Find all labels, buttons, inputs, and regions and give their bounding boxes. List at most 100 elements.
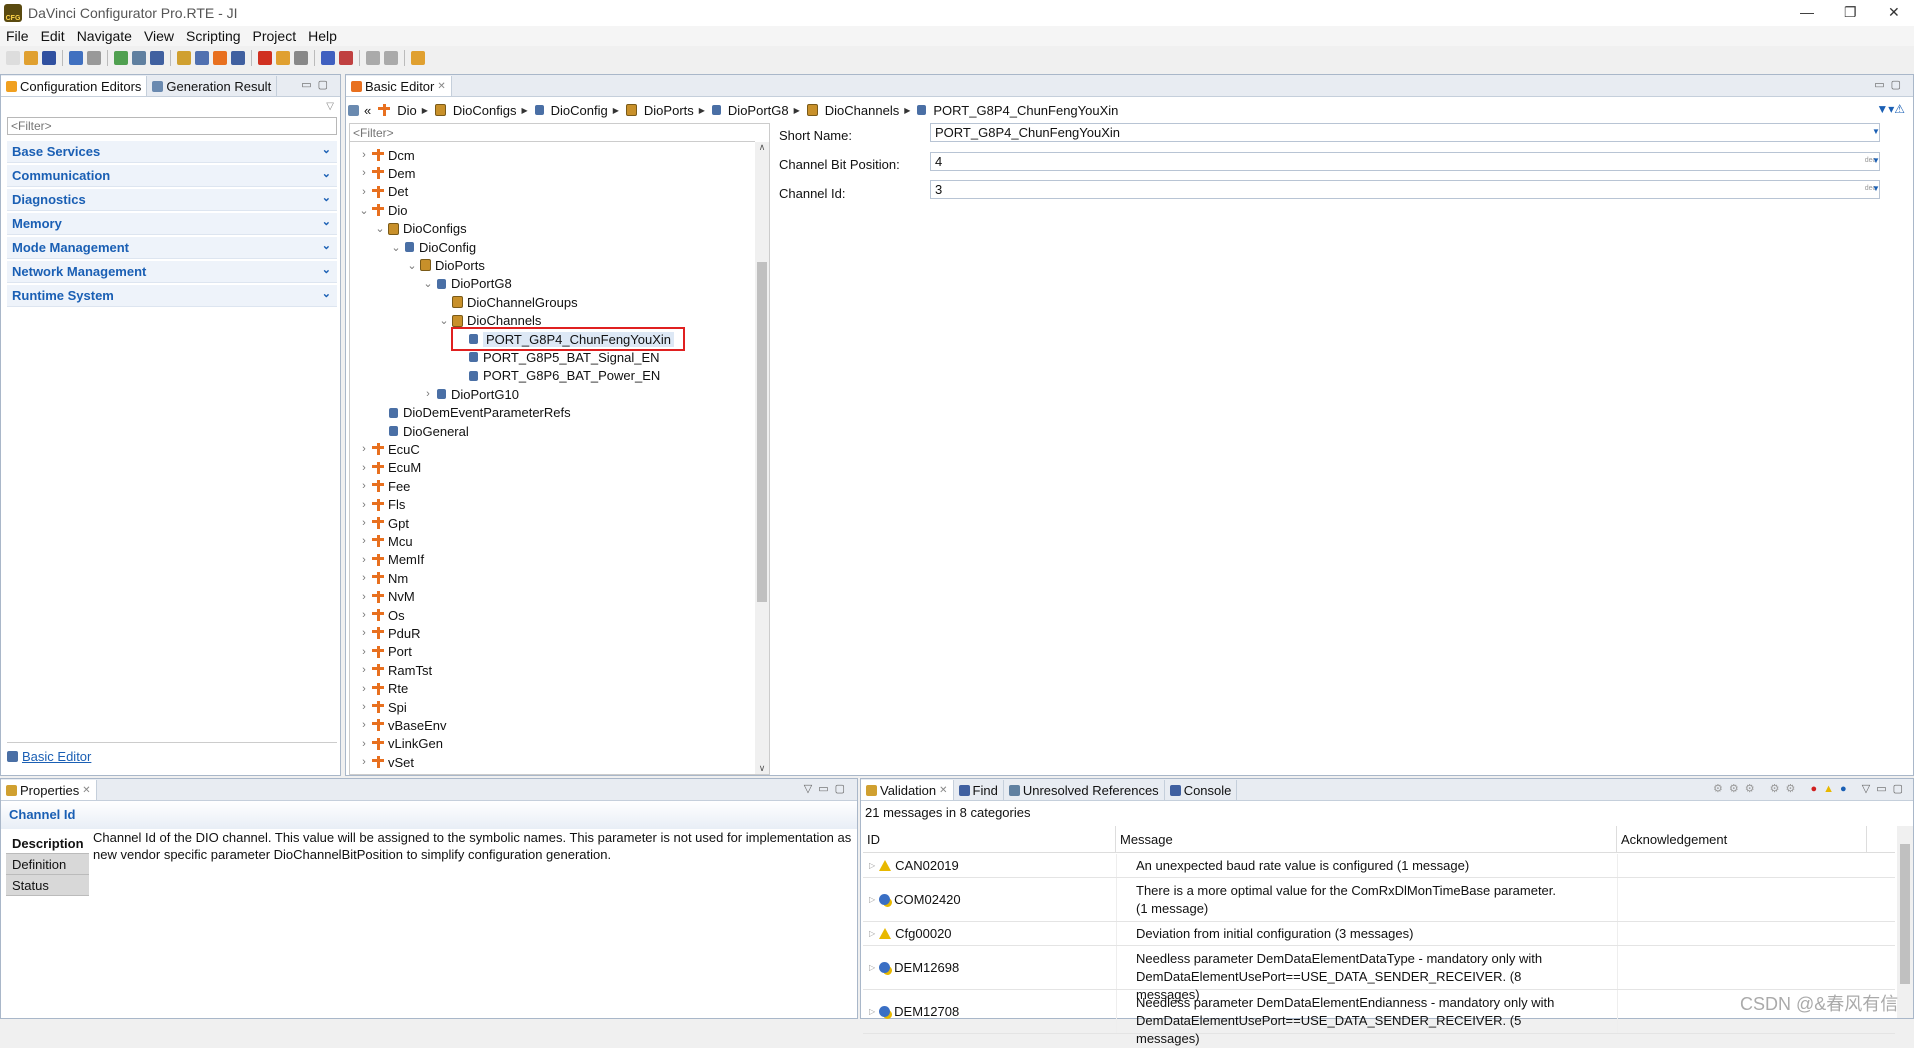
tree-item[interactable]: › NvM	[358, 588, 415, 606]
breadcrumb-separator-icon[interactable]: ▶	[613, 106, 619, 115]
maximize-button[interactable]: ❐	[1844, 4, 1857, 21]
expand-icon[interactable]: ▷	[869, 929, 875, 938]
category-network-management[interactable]: Network Management ⌄	[7, 261, 337, 283]
toolbar-button-icon[interactable]	[177, 51, 191, 65]
tree-item[interactable]: PORT_G8P6_BAT_Power_EN	[454, 367, 660, 385]
minimize-button[interactable]: —	[1800, 4, 1814, 20]
panel-controls[interactable]: ▭▢	[1874, 78, 1907, 91]
expand-icon[interactable]: ▷	[869, 1007, 875, 1016]
breadcrumb-separator-icon[interactable]: ▶	[794, 106, 800, 115]
tab-definition[interactable]: Definition	[6, 854, 89, 875]
tree-item[interactable]: PORT_G8P4_ChunFengYouXin	[451, 327, 685, 351]
tab-generation-result[interactable]: Generation Result	[147, 76, 278, 96]
tab-find[interactable]: Find	[954, 780, 1004, 800]
tree-item[interactable]: › Fls	[358, 496, 405, 514]
filter-warning-icons[interactable]: ▼▾⚠	[1876, 102, 1905, 116]
chevron-down-icon[interactable]: ⌄	[322, 263, 331, 276]
close-button[interactable]: ✕	[1888, 4, 1900, 21]
tree-item[interactable]: › Fee	[358, 477, 410, 495]
tree-item[interactable]: › Dcm	[358, 146, 415, 164]
chevron-right-icon[interactable]: ›	[358, 591, 370, 603]
tree-item[interactable]: › DioPortG10	[422, 385, 519, 403]
channel-bit-position-input[interactable]: 4 dec	[930, 152, 1880, 171]
tree-item[interactable]: ⌄ DioConfigs	[374, 220, 466, 238]
chevron-down-icon[interactable]: ⌄	[438, 314, 450, 327]
chevron-right-icon[interactable]: ›	[358, 167, 370, 179]
menu-scripting[interactable]: Scripting	[180, 26, 246, 46]
menu-navigate[interactable]: Navigate	[71, 26, 138, 46]
breadcrumb-separator-icon[interactable]: ▶	[904, 106, 910, 115]
toolbar-button-icon[interactable]	[276, 51, 290, 65]
toolbar-button-icon[interactable]	[69, 51, 83, 65]
chevron-right-icon[interactable]: ›	[358, 149, 370, 161]
tree-item[interactable]: › Mcu	[358, 532, 412, 550]
chevron-down-icon[interactable]: ⌄	[322, 287, 331, 300]
category-communication[interactable]: Communication ⌄	[7, 165, 337, 187]
expand-icon[interactable]: ▷	[869, 895, 875, 904]
chevron-right-icon[interactable]: ›	[358, 756, 370, 768]
tree-item[interactable]: › EcuC	[358, 440, 420, 458]
close-tab-icon[interactable]: ✕	[939, 785, 947, 796]
menu-project[interactable]: Project	[247, 26, 303, 46]
chevron-right-icon[interactable]: ›	[358, 646, 370, 658]
column-message[interactable]: Message	[1116, 826, 1617, 852]
panel-controls[interactable]: ▽▭▢	[804, 782, 851, 795]
dropdown-arrow-icon[interactable]: ▼	[1872, 127, 1880, 136]
chevron-down-icon[interactable]: ⌄	[406, 259, 418, 272]
menu-help[interactable]: Help	[302, 26, 343, 46]
tab-description[interactable]: Description	[6, 833, 89, 854]
category-mode-management[interactable]: Mode Management ⌄	[7, 237, 337, 259]
expand-icon[interactable]: ▷	[869, 963, 875, 972]
breadcrumb-separator-icon[interactable]: ▶	[699, 106, 705, 115]
view-menu-icon[interactable]: ▽	[326, 101, 334, 112]
tree-item[interactable]: PORT_G8P5_BAT_Signal_EN	[454, 348, 660, 366]
chevron-right-icon[interactable]: ›	[358, 701, 370, 713]
tab-unresolved-references[interactable]: Unresolved References	[1004, 780, 1165, 800]
tree-scrollbar[interactable]: ∧ ∨	[755, 142, 769, 774]
breadcrumb-item[interactable]: DioPortG8	[728, 103, 789, 118]
breadcrumb-item[interactable]: DioConfigs	[453, 103, 517, 118]
chevron-down-icon[interactable]: ⌄	[322, 191, 331, 204]
dropdown-arrow-icon[interactable]: ▼	[1872, 184, 1880, 193]
toolbar-button-icon[interactable]	[294, 51, 308, 65]
tab-console[interactable]: Console	[1165, 780, 1238, 800]
tree-item[interactable]: › Spi	[358, 698, 407, 716]
menu-file[interactable]: File	[0, 26, 35, 46]
chevron-right-icon[interactable]: ›	[358, 719, 370, 731]
toolbar-button-icon[interactable]	[213, 51, 227, 65]
tree-item[interactable]: › MemIf	[358, 551, 424, 569]
channel-id-input[interactable]: 3 dec	[930, 180, 1880, 199]
tree-item[interactable]: ⌄ DioChannels	[438, 312, 541, 330]
chevron-right-icon[interactable]: ›	[358, 443, 370, 455]
tree-item[interactable]: › PduR	[358, 624, 420, 642]
dropdown-arrow-icon[interactable]: ▼	[1872, 156, 1880, 165]
table-row[interactable]: ▷ Cfg00020 Deviation from initial configur…	[863, 922, 1895, 946]
tree-item[interactable]: ⌄ Dio	[358, 201, 407, 219]
chevron-right-icon[interactable]: ›	[358, 517, 370, 529]
breadcrumb-separator-icon[interactable]: ▶	[522, 106, 528, 115]
toolbar-button-icon[interactable]	[258, 51, 272, 65]
category-runtime-system[interactable]: Runtime System ⌄	[7, 285, 337, 307]
breadcrumb-back-icon[interactable]: «	[364, 103, 371, 118]
panel-controls[interactable]: ▭▢	[301, 78, 334, 91]
toolbar-button-icon[interactable]	[6, 51, 20, 65]
breadcrumb-item[interactable]: DioConfig	[551, 103, 608, 118]
toolbar-button-icon[interactable]	[150, 51, 164, 65]
toolbar-button-icon[interactable]	[366, 51, 380, 65]
chevron-right-icon[interactable]: ›	[422, 388, 434, 400]
chevron-right-icon[interactable]: ›	[358, 609, 370, 621]
tree-item[interactable]: › vSet	[358, 753, 414, 771]
breadcrumb-item[interactable]: PORT_G8P4_ChunFengYouXin	[933, 103, 1118, 118]
chevron-right-icon[interactable]: ›	[358, 683, 370, 695]
tree-item[interactable]: DioGeneral	[374, 422, 469, 440]
breadcrumb-separator-icon[interactable]: ▶	[422, 106, 428, 115]
chevron-down-icon[interactable]: ⌄	[322, 167, 331, 180]
tab-basic-editor[interactable]: Basic Editor ✕	[346, 76, 452, 96]
tree-item[interactable]: › Dem	[358, 164, 415, 182]
toolbar-button-icon[interactable]	[24, 51, 38, 65]
toolbar-button-icon[interactable]	[114, 51, 128, 65]
column-acknowledgement[interactable]: Acknowledgement	[1617, 826, 1867, 852]
tree-item[interactable]: › Rte	[358, 680, 408, 698]
tab-configuration-editors[interactable]: Configuration Editors	[1, 76, 148, 96]
chevron-down-icon[interactable]: ⌄	[322, 215, 331, 228]
